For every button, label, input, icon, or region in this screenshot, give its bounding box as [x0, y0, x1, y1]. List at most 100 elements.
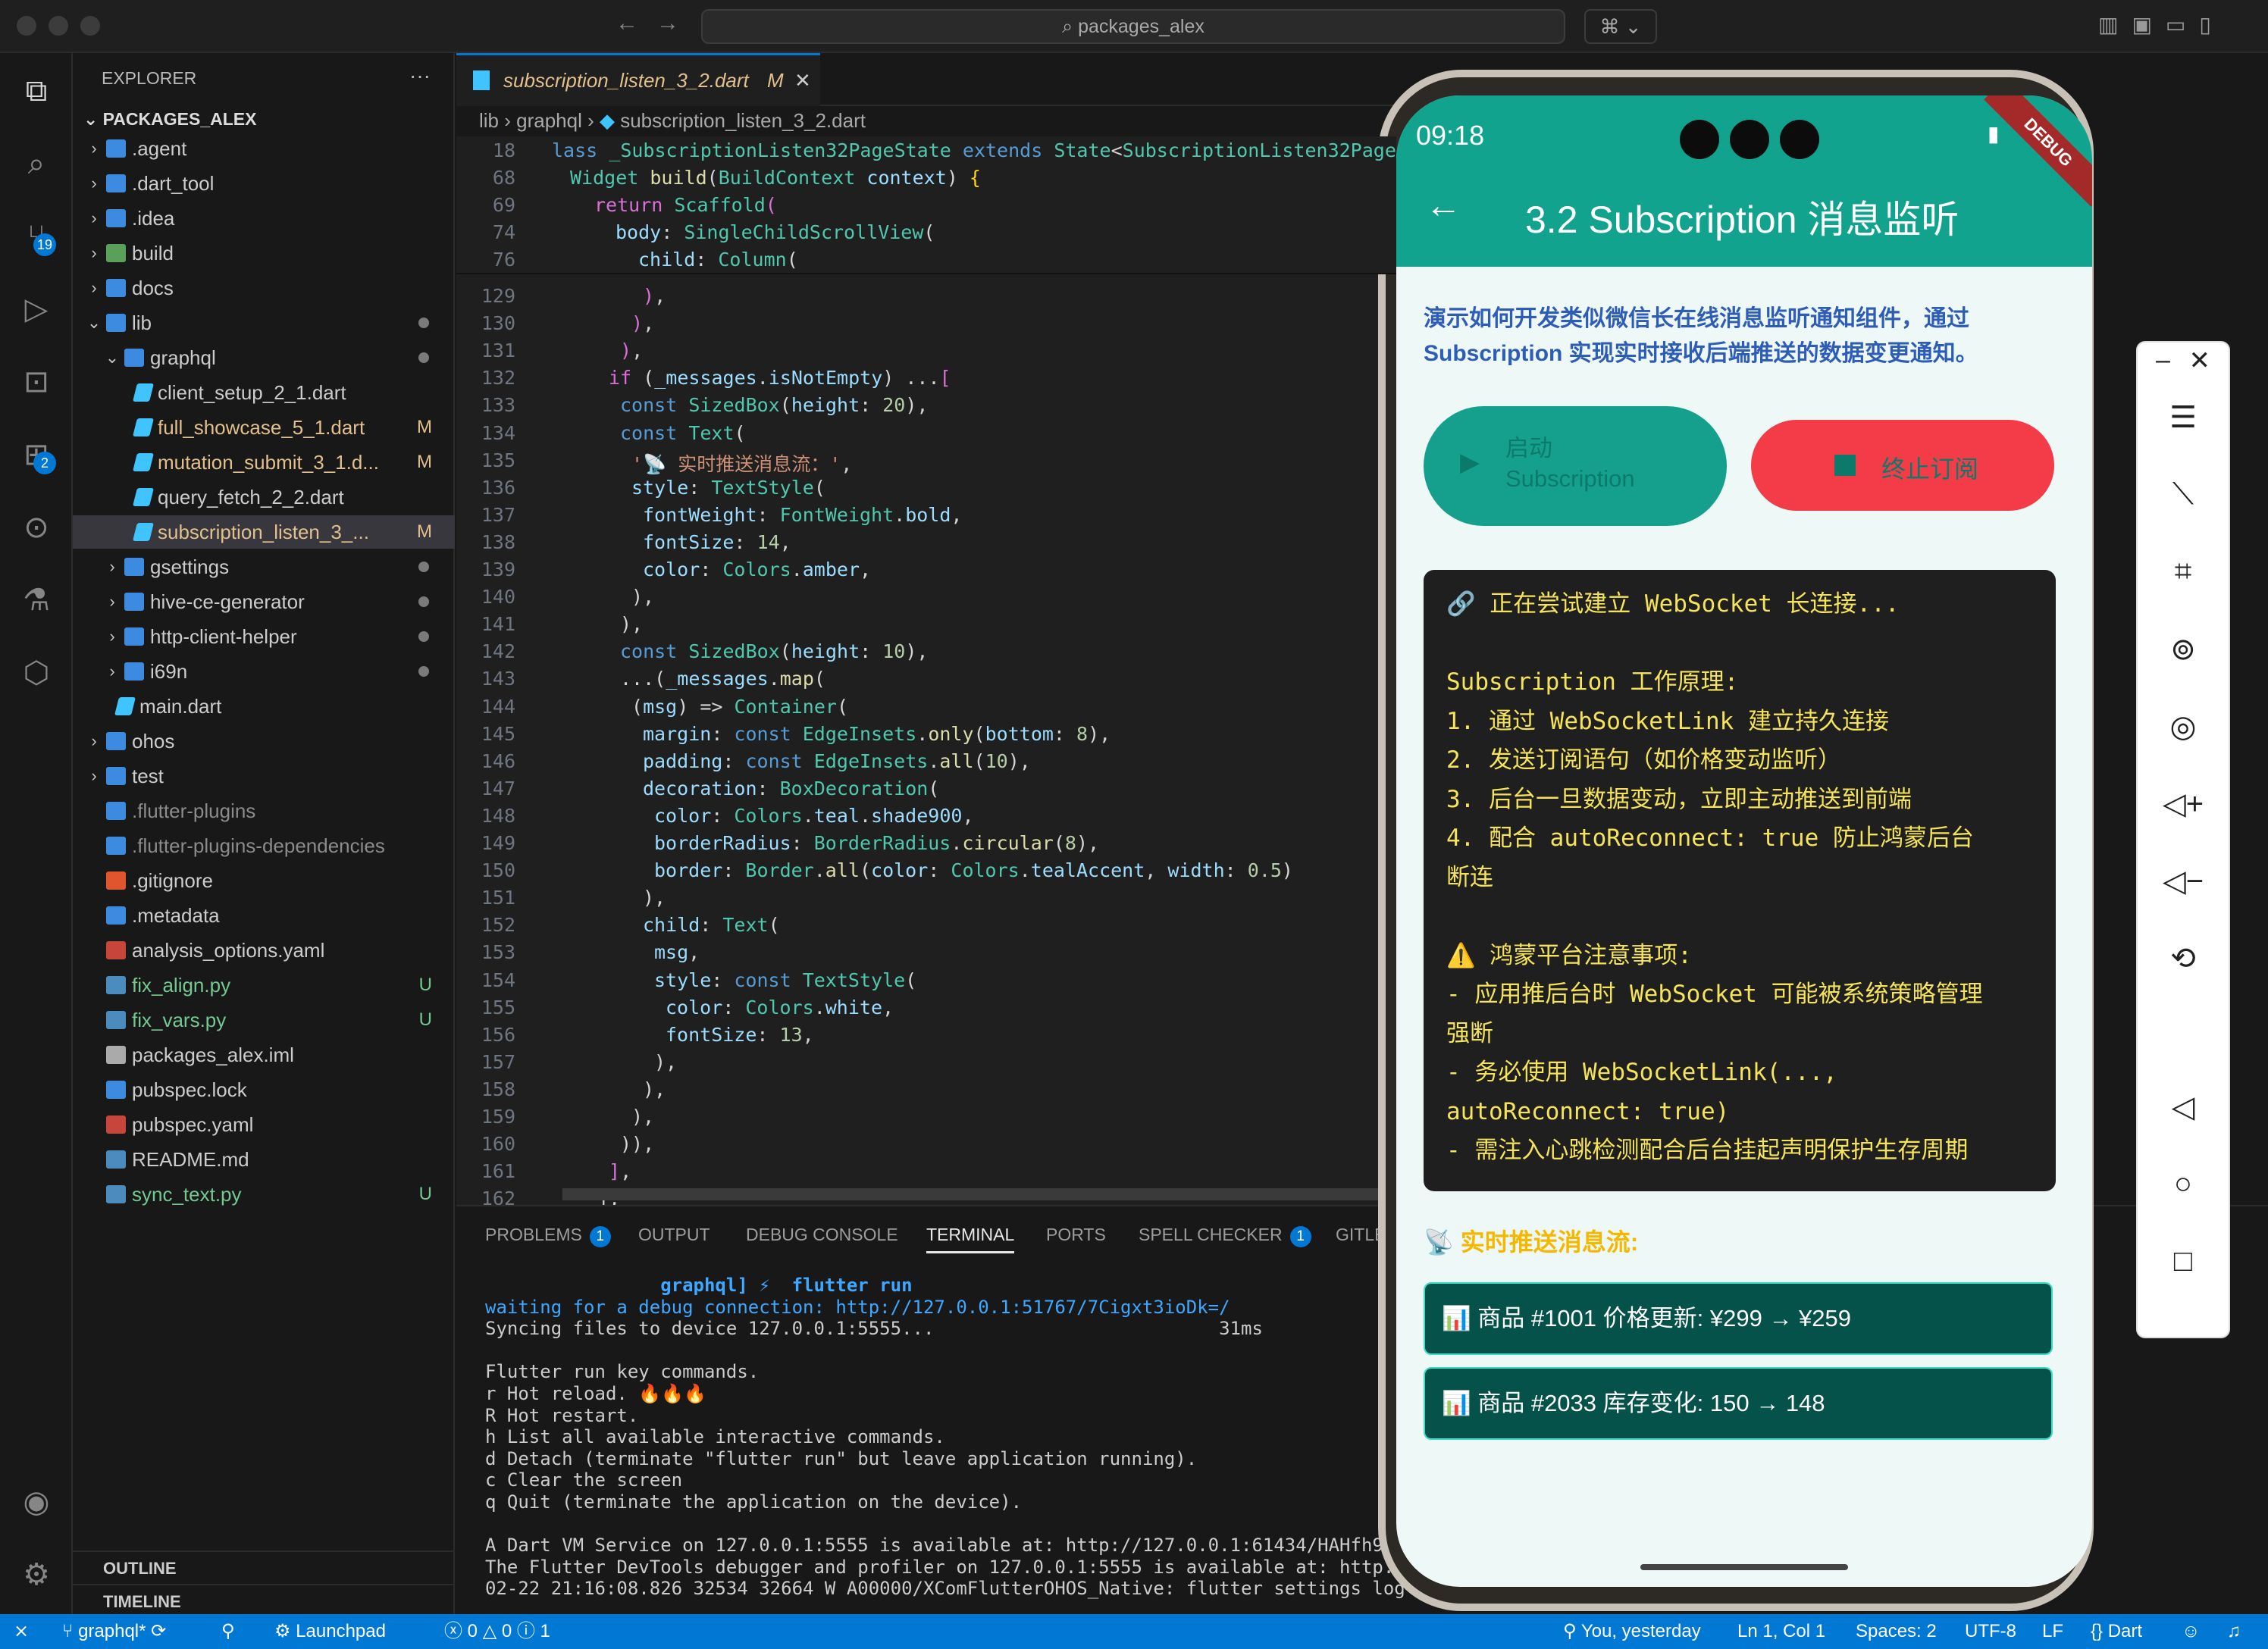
layout-icons[interactable]: ▥▣▭▯	[2098, 12, 2225, 37]
explorer-icon[interactable]: ⧉	[15, 70, 58, 112]
file-tree-item[interactable]: › http-client-helper	[73, 620, 455, 653]
file-tree-item[interactable]: › gsettings	[73, 550, 455, 584]
source-control-icon[interactable]: ⑂19	[15, 215, 58, 258]
timeline-section[interactable]: TIMELINE	[73, 1584, 455, 1617]
file-tree-item[interactable]: .metadata	[73, 899, 455, 932]
file-tree-item[interactable]: pubspec.yaml	[73, 1108, 455, 1141]
launchpad[interactable]: ⚙ Launchpad	[274, 1614, 386, 1649]
remote-explorer-icon[interactable]: ⊡	[15, 361, 58, 403]
file-tree-item[interactable]: › i69n	[73, 655, 455, 688]
code-editor[interactable]: 18 lass _SubscriptionListen32PageState e…	[456, 136, 1396, 1205]
containers-icon[interactable]: ⬡	[15, 652, 58, 694]
home-indicator[interactable]	[1640, 1564, 1848, 1570]
home-icon[interactable]: ○	[2138, 1167, 2229, 1201]
file-tree-item[interactable]: ⌄ graphql	[73, 341, 455, 374]
blame-indicator[interactable]: ⚲ You, yesterday	[1563, 1614, 1701, 1649]
file-tree-item[interactable]: full_showcase_5_1.dart M	[73, 411, 455, 444]
volume-up-icon[interactable]: ◁+	[2138, 787, 2229, 821]
close-icon[interactable]: ✕	[2138, 346, 2229, 376]
file-tree-item[interactable]: main.dart	[73, 690, 455, 723]
panel-tab[interactable]: TERMINAL	[926, 1225, 1015, 1253]
line-number: 144	[481, 695, 515, 718]
file-tree-item[interactable]: › .agent	[73, 132, 455, 165]
zoom-window-button[interactable]	[80, 16, 100, 36]
panel-tab[interactable]: OUTPUT	[638, 1225, 710, 1245]
forward-arrow-icon[interactable]: →	[656, 11, 679, 36]
close-window-button[interactable]	[17, 16, 36, 36]
file-tree-item[interactable]: README.md	[73, 1143, 455, 1176]
breadcrumb-file[interactable]: subscription_listen_3_2.dart	[620, 109, 866, 132]
file-tree-item[interactable]: › test	[73, 759, 455, 793]
volume-down-icon[interactable]: ◁−	[2138, 864, 2229, 899]
explorer-root[interactable]: ⌄ PACKAGES_ALEX	[83, 109, 256, 130]
git-status-badge: M	[417, 521, 432, 542]
back-arrow-icon[interactable]: ←	[616, 11, 638, 36]
screenshot-icon[interactable]: ⟍	[2138, 477, 2229, 512]
file-tree-item[interactable]: .flutter-plugins	[73, 794, 455, 828]
file-tree-item[interactable]: subscription_listen_3_... M	[73, 515, 455, 549]
file-tree-item[interactable]: ⌄ lib	[73, 306, 455, 340]
breadcrumb-lib[interactable]: lib	[479, 109, 499, 132]
account-icon[interactable]: ◉	[15, 1481, 58, 1523]
branch-indicator[interactable]: ⑂ graphql* ⟳	[62, 1614, 166, 1649]
recents-icon[interactable]: □	[2138, 1244, 2229, 1278]
file-tree-item[interactable]: packages_alex.iml	[73, 1038, 455, 1072]
testing-icon[interactable]: ⚗	[15, 579, 58, 621]
crop-icon[interactable]: ⌗	[2138, 555, 2229, 589]
record-icon[interactable]: ◎	[2138, 709, 2229, 744]
file-tree-item[interactable]: query_fetch_2_2.dart	[73, 480, 455, 514]
minimize-window-button[interactable]	[49, 16, 68, 36]
copilot-icon[interactable]: ⌘ ⌄	[1584, 9, 1657, 44]
tab-subscription-listen[interactable]: subscription_listen_3_2.dart M ✕	[456, 53, 820, 106]
more-actions-icon[interactable]: ···	[409, 64, 431, 88]
language-mode[interactable]: {} Dart	[2091, 1614, 2142, 1649]
file-tree-item[interactable]: › docs	[73, 271, 455, 305]
end-of-line[interactable]: LF	[2042, 1614, 2063, 1649]
rotate-device-icon[interactable]: ⟲	[2138, 941, 2229, 976]
panel-tab[interactable]: SPELL CHECKER 1	[1139, 1225, 1311, 1247]
panel-tab[interactable]: DEBUG CONSOLE	[746, 1225, 898, 1245]
back-icon[interactable]: ◁	[2138, 1090, 2229, 1125]
file-tree-item[interactable]: › ohos	[73, 724, 455, 758]
file-tree-item[interactable]: fix_vars.py U	[73, 1003, 455, 1037]
panel-tab[interactable]: PROBLEMS 1	[485, 1225, 611, 1247]
git-graph-icon[interactable]: ⊙	[15, 506, 58, 549]
copilot-icon[interactable]: ☺	[2182, 1614, 2201, 1649]
command-center-search[interactable]: ⌕ packages_alex	[701, 9, 1565, 44]
file-tree-item[interactable]: pubspec.lock	[73, 1073, 455, 1106]
run-debug-icon[interactable]: ▷	[15, 288, 58, 330]
file-tree-item[interactable]: › .dart_tool	[73, 167, 455, 200]
encoding[interactable]: UTF-8	[1965, 1614, 2016, 1649]
extensions-icon[interactable]: ⊞2	[15, 433, 58, 476]
notifications-icon[interactable]: ♫	[2227, 1614, 2241, 1649]
back-arrow-icon[interactable]: ←	[1425, 185, 1461, 227]
outline-section[interactable]: OUTLINE	[73, 1550, 455, 1584]
file-tree-item[interactable]: › build	[73, 236, 455, 270]
search-icon[interactable]: ⌕	[15, 142, 58, 185]
horizontal-scrollbar[interactable]	[562, 1188, 1396, 1200]
file-tree-item[interactable]: › .idea	[73, 202, 455, 235]
panel-tab[interactable]: PORTS	[1046, 1225, 1106, 1245]
settings-gear-icon[interactable]: ⚙	[15, 1554, 58, 1596]
menu-icon[interactable]: ☰	[2138, 400, 2229, 435]
file-tree-item[interactable]: › hive-ce-generator	[73, 585, 455, 618]
file-tree-item[interactable]: .flutter-plugins-dependencies	[73, 829, 455, 862]
rotate-icon[interactable]: ⊚	[2138, 632, 2229, 667]
remote-icon[interactable]: ⨯	[14, 1614, 29, 1649]
file-tree-item[interactable]: .gitignore	[73, 864, 455, 897]
file-tree-item[interactable]: client_setup_2_1.dart	[73, 376, 455, 409]
file-tree-item[interactable]: analysis_options.yaml	[73, 934, 455, 967]
breadcrumb-graphql[interactable]: graphql	[516, 109, 582, 132]
cursor-position[interactable]: Ln 1, Col 1	[1737, 1614, 1825, 1649]
problems-indicator[interactable]: ⓧ 0 △ 0 ⓘ 1	[444, 1614, 550, 1649]
stop-subscription-button[interactable]: 终止订阅	[1751, 420, 2054, 511]
file-tree-item[interactable]: mutation_submit_3_1.d... M	[73, 446, 455, 479]
file-tree-item[interactable]: sync_text.py U	[73, 1178, 455, 1211]
graph-icon[interactable]: ⚲	[221, 1614, 235, 1649]
terminal-line: h List all available interactive command…	[485, 1426, 945, 1448]
line-number: 155	[481, 996, 515, 1018]
file-tree-item[interactable]: fix_align.py U	[73, 968, 455, 1002]
start-subscription-button[interactable]: ▶ 启动 Subscription	[1424, 406, 1727, 526]
indentation[interactable]: Spaces: 2	[1856, 1614, 1937, 1649]
close-icon[interactable]: ✕	[794, 55, 811, 105]
